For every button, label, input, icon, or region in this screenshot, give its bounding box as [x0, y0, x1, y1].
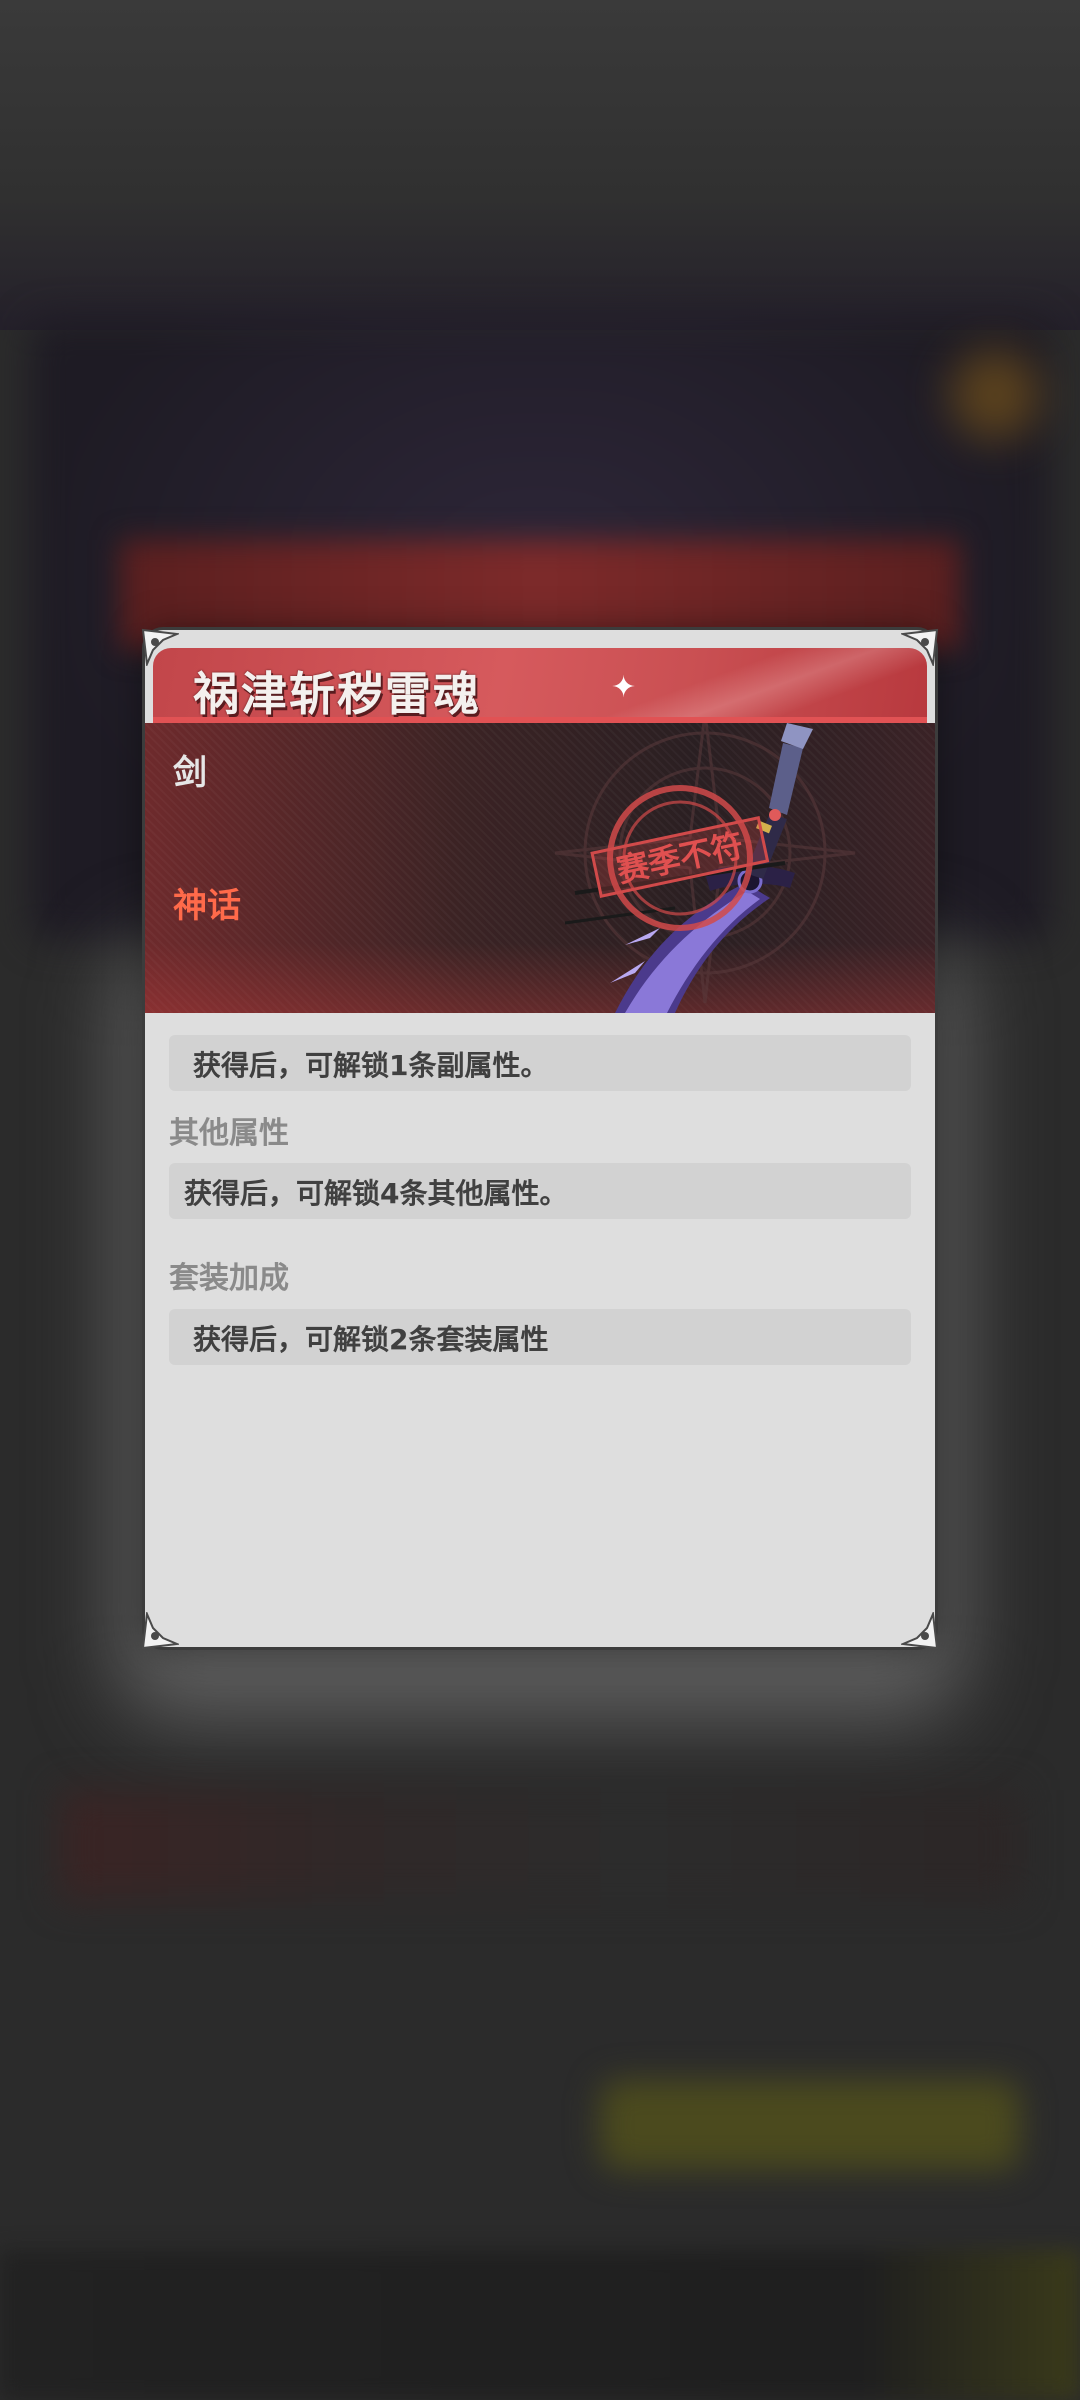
sub-attribute-box: 获得后，可解锁1条副属性。: [169, 1035, 911, 1091]
other-attributes-text: 获得后，可解锁4条其他属性。: [184, 1177, 568, 1210]
weapon-sword-icon: 赛季不符: [555, 723, 856, 1013]
set-bonus-box: 获得后，可解锁2条套装属性: [169, 1309, 911, 1365]
item-banner: 剑 神话 赛季不符: [145, 723, 935, 1013]
background-bottom-row: [60, 1790, 1020, 1900]
corner-ornament-icon: [141, 628, 179, 666]
other-attributes-heading: 其他属性: [169, 1116, 289, 1151]
set-bonus-heading: 套装加成: [169, 1261, 289, 1296]
season-stamp-icon: 赛季不符: [590, 785, 770, 931]
header-light-streak: [493, 648, 927, 723]
background-nav-bar: [0, 2250, 1080, 2400]
item-rarity: 神话: [173, 886, 241, 926]
item-detail-card[interactable]: 祸津斩秽雷魂 ✦ 剑 神话 赛季不符 获得后，可解锁1条副属性。 其他属性 获得…: [145, 630, 935, 1647]
sparkle-icon: ✦: [611, 670, 637, 705]
background-gold-glow: [950, 350, 1040, 440]
corner-ornament-icon: [901, 1612, 939, 1650]
corner-ornament-icon: [901, 628, 939, 666]
sub-attribute-text: 获得后，可解锁1条副属性。: [193, 1049, 549, 1082]
set-bonus-text: 获得后，可解锁2条套装属性: [193, 1323, 549, 1356]
item-type: 剑: [173, 753, 207, 793]
card-header: 祸津斩秽雷魂 ✦: [153, 648, 927, 723]
other-attributes-box: 获得后，可解锁4条其他属性。: [169, 1163, 911, 1219]
background-confirm-button: [600, 2080, 1020, 2170]
background-top: [0, 0, 1080, 330]
item-title: 祸津斩秽雷魂: [193, 667, 481, 721]
corner-ornament-icon: [141, 1612, 179, 1650]
